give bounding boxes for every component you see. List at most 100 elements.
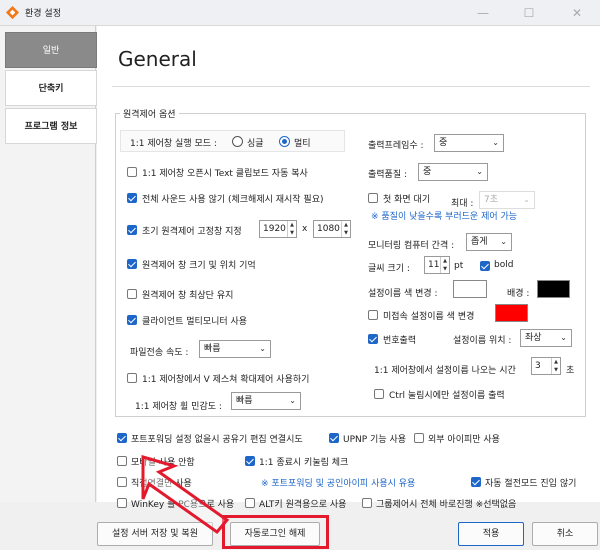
client-multimonitor-checkbox[interactable] [127,315,137,325]
name-color-swatch[interactable] [453,280,487,298]
mode-multi-radio[interactable] [279,136,290,147]
chevron-down-icon: ⌄ [492,138,499,147]
winkey-pc-checkbox[interactable] [117,498,127,508]
sidebar-item-general[interactable]: 일반 [5,32,97,68]
number-output-checkbox[interactable] [368,334,378,344]
auto-save-mode-checkbox[interactable] [471,477,481,487]
name-position-value: 좌상 [525,333,542,343]
save-restore-button[interactable]: 설정 서버 저장 및 복원 [97,522,213,546]
mode-single-radio[interactable] [232,136,243,147]
maximize-button[interactable]: ☐ [506,0,552,26]
spin-icon[interactable]: ▲ ▼ [287,221,296,237]
font-size-value: 11 [428,260,440,270]
spin-icon[interactable]: ▲ ▼ [341,221,350,237]
keep-top-checkbox[interactable] [127,289,137,299]
port-forward-share-label: 포트포워딩 설정 없을시 공유기 편집 연결시도 [131,435,303,445]
first-screen-note: ※ 품질이 낮을수록 부러드운 제어 가능 [371,212,518,222]
v-gesture-checkbox[interactable] [127,373,137,383]
group-title: 원격제어 옵션 [120,107,179,120]
max-label: 최대 : [451,199,474,209]
chevron-down-icon: ⌄ [560,333,567,342]
wheel-value: 빠름 [236,396,253,406]
minimize-button[interactable]: — [460,0,506,26]
port-forward-share-checkbox[interactable] [117,433,127,443]
file-speed-select[interactable]: 빠름 ⌄ [199,340,271,358]
direct-connect-only-label: 직접연결만 사용 [131,479,192,489]
clipboard-copy-checkbox[interactable] [127,167,137,177]
keyboard-check-checkbox[interactable] [245,456,255,466]
bold-checkbox[interactable] [480,261,490,271]
fixed-width-value: 1920 [263,224,286,234]
wheel-select[interactable]: 빠름 ⌄ [231,392,301,410]
upnp-label: UPNP 기능 사용 [343,435,407,445]
mobile-no-use-checkbox[interactable] [117,456,127,466]
apply-button[interactable]: 적용 [458,522,524,546]
fixed-size-label: 초기 원격제어 고정창 지정 [142,227,242,237]
max-wait-select[interactable]: 7초 ⌄ [479,191,535,209]
first-screen-wait-checkbox[interactable] [368,193,378,203]
external-ip-only-checkbox[interactable] [414,433,424,443]
mobile-no-use-label: 모바일 사용 안함 [131,458,195,468]
cancel-button[interactable]: 취소 [532,522,598,546]
fixed-width-input[interactable]: 1920 ▲ ▼ [259,220,297,238]
close-button[interactable]: ✕ [554,0,600,26]
spin-icon[interactable]: ▲ ▼ [440,257,449,273]
ctrl-only-checkbox[interactable] [374,389,384,399]
bg-label: 배경 : [507,289,530,299]
mode-label: 1:1 제어창 실행 모드 : [130,139,217,149]
fixed-height-input[interactable]: 1080 ▲ ▼ [313,220,351,238]
spin-icon[interactable]: ▲ ▼ [551,358,560,374]
disable-sound-label: 전체 사운드 사용 않기 (체크해제시 재시작 필요) [142,195,324,205]
sidebar-item-shortcuts[interactable]: 단축키 [5,70,97,106]
fixed-size-x: x [302,224,308,234]
title-bar: 환경 설정 — ☐ ✕ [0,0,600,26]
name-color-label: 설정이름 색 변경 : [368,289,438,299]
chevron-down-icon: ⌄ [259,344,266,353]
remember-pos-label: 원격제어 창 크기 및 위치 기억 [142,261,256,271]
monitor-interval-value: 좁게 [471,237,488,247]
fixed-height-value: 1080 [317,224,340,234]
output-quality-select[interactable]: 중 ⌄ [418,163,488,181]
output-frames-select[interactable]: 중 ⌄ [434,134,504,152]
fixed-size-checkbox[interactable] [127,225,137,235]
group-control-checkbox[interactable] [362,498,372,508]
output-frames-value: 중 [439,138,448,148]
unconnected-color-checkbox[interactable] [368,310,378,320]
direct-connect-only-checkbox[interactable] [117,477,127,487]
show-time-input[interactable]: 3 ▲ ▼ [531,357,561,375]
chevron-down-icon: ⌄ [289,396,296,405]
chevron-down-icon: ⌄ [476,167,483,176]
show-time-label: 1:1 제어창에서 설정이름 나오는 시간 [374,366,516,376]
alt-remote-checkbox[interactable] [245,498,255,508]
bg-color-swatch[interactable] [537,280,570,298]
disable-sound-checkbox[interactable] [127,193,137,203]
window-title: 환경 설정 [25,9,61,19]
name-position-select[interactable]: 좌상 ⌄ [520,329,572,347]
show-time-unit: 초 [566,366,575,376]
font-size-input[interactable]: 11 ▲ ▼ [424,256,450,274]
winkey-pc-label: WinKey 를 PC용으로 사용 [131,500,235,510]
forward-note: ※ 포트포워딩 및 공인아이피 사용시 유용 [261,479,416,489]
chevron-down-icon: ⌄ [523,195,530,204]
monitor-interval-label: 모니터링 컴퓨터 간격 : [368,241,455,251]
highlight-box [222,515,329,549]
unconnected-color-swatch[interactable] [495,304,528,322]
divider [112,86,590,87]
wheel-label: 1:1 제어창 휠 민감도 : [135,402,222,412]
v-gesture-label: 1:1 제어창에서 V 제스쳐 확대제어 사용하기 [142,375,310,385]
remember-pos-checkbox[interactable] [127,259,137,269]
mode-single-label: 싱글 [247,139,264,149]
chevron-down-icon: ⌄ [500,237,507,246]
font-size-label: 글씨 크기 : [368,264,410,274]
monitor-interval-select[interactable]: 좁게 ⌄ [466,233,512,251]
upnp-checkbox[interactable] [329,433,339,443]
font-unit: pt [454,261,464,271]
bold-label: bold [494,260,514,270]
file-speed-value: 빠름 [204,344,221,354]
mode-multi-label: 멀티 [294,139,311,149]
number-output-label: 번호출력 [383,336,417,346]
sidebar-item-about[interactable]: 프로그램 정보 [5,108,97,144]
ctrl-only-label: Ctrl 눌림시에만 설정이름 출력 [389,391,505,401]
group-control-label: 그룹제어시 전체 바로진행 ※선택없음 [376,500,517,510]
first-screen-wait-label: 첫 화면 대기 [383,195,431,205]
